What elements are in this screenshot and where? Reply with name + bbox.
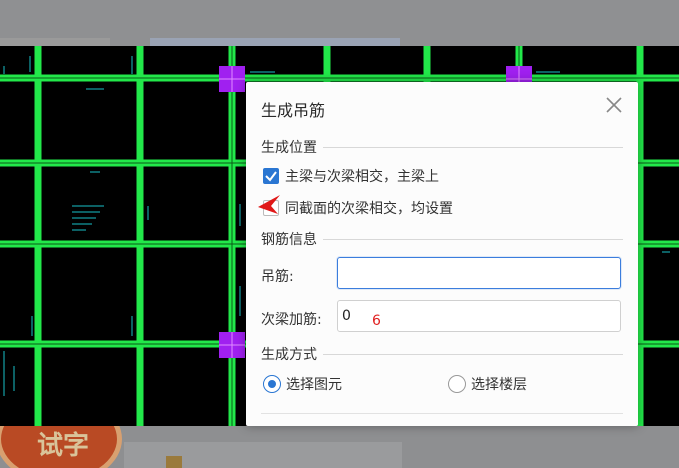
divider: [261, 413, 623, 414]
bottom-dim-overlay: 试字: [0, 426, 679, 468]
trial-badge: 试字: [0, 426, 122, 468]
divider: [323, 146, 623, 148]
ghost-card: [124, 442, 402, 468]
section-rebar-info: 钢筋信息: [261, 229, 623, 249]
radio-label: 选择楼层: [471, 377, 527, 393]
radio-select-floor[interactable]: 选择楼层: [448, 374, 527, 394]
document-icon: [166, 456, 182, 468]
hanger-input[interactable]: [337, 257, 621, 289]
close-button[interactable]: [604, 95, 624, 115]
checkbox-label: 同截面的次梁相交，均设置: [285, 201, 453, 217]
top-dim-overlay: [0, 0, 679, 46]
hanger-label: 吊筋:: [261, 269, 294, 285]
red-pointer-icon: [258, 195, 280, 214]
badge-text: 试字: [37, 431, 90, 461]
section-label: 生成方式: [261, 347, 317, 363]
red-annotation-number: 6: [372, 313, 381, 329]
section-position: 生成位置: [261, 137, 623, 157]
radio-select-element[interactable]: 选择图元: [263, 374, 342, 394]
section-method: 生成方式: [261, 344, 623, 364]
divider: [323, 238, 623, 240]
section-label: 钢筋信息: [261, 232, 317, 248]
checkbox-label: 主梁与次梁相交，主梁上: [285, 169, 439, 185]
ghost-panel: [150, 38, 400, 46]
dialog-title: 生成吊筋: [261, 101, 326, 120]
radio-unselected-icon[interactable]: [448, 375, 466, 393]
secondary-beam-label: 次梁加筋:: [261, 312, 322, 328]
ghost-panel: [0, 38, 110, 46]
close-icon: [606, 97, 622, 113]
section-label: 生成位置: [261, 140, 317, 156]
radio-selected-icon[interactable]: [263, 375, 281, 393]
checkbox-main-beam[interactable]: 主梁与次梁相交，主梁上: [263, 166, 439, 186]
checkbox-checked-icon[interactable]: [263, 168, 279, 184]
radio-label: 选择图元: [286, 377, 342, 393]
divider: [323, 353, 623, 355]
generate-hanger-dialog: 生成吊筋 生成位置 主梁与次梁相交，主梁上 同截面的次梁相交，均设置 钢筋信息 …: [246, 82, 638, 426]
checkbox-same-section[interactable]: 同截面的次梁相交，均设置: [263, 198, 453, 218]
